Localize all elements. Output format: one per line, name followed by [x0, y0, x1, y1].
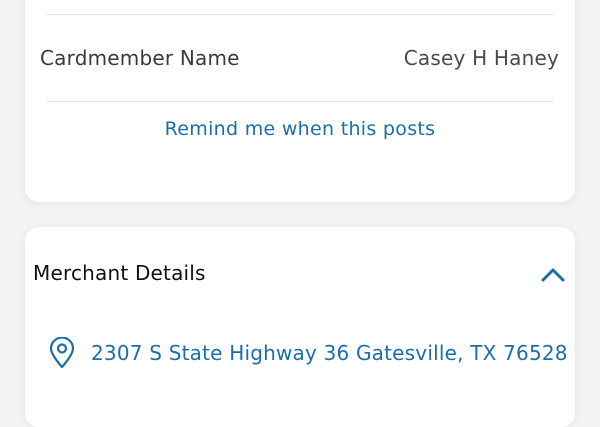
cardmember-name-value: Casey H Haney [403, 46, 559, 70]
chevron-up-icon[interactable] [539, 263, 567, 285]
merchant-details-title: Merchant Details [33, 261, 206, 285]
remind-me-link[interactable]: Remind me when this posts [25, 118, 575, 140]
merchant-details-card: Merchant Details 2307 S State Highway 36… [25, 227, 575, 427]
cardmember-name-row: Cardmember Name Casey H Haney [40, 42, 559, 74]
merchant-address-link[interactable]: 2307 S State Highway 36 Gatesville, TX 7… [47, 337, 568, 369]
transaction-details-card: Cardmember Name Casey H Haney Remind me … [25, 0, 575, 202]
cardmember-name-label: Cardmember Name [40, 46, 240, 70]
divider [46, 101, 554, 102]
location-pin-icon [49, 337, 75, 369]
merchant-address-text[interactable]: 2307 S State Highway 36 Gatesville, TX 7… [91, 341, 568, 365]
divider [46, 14, 554, 15]
